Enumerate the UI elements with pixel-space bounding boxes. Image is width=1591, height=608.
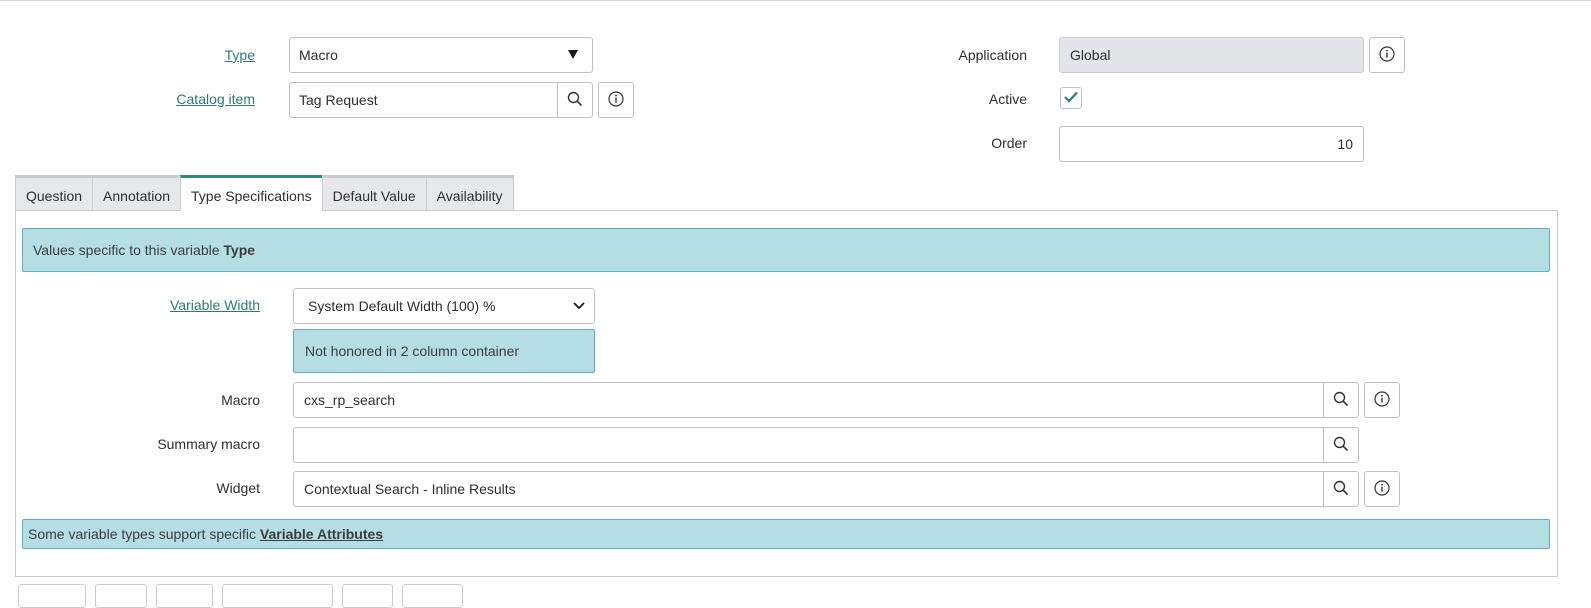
macro-input[interactable]: cxs_rp_search — [293, 382, 1325, 418]
variable-width-value: System Default Width (100) % — [308, 298, 496, 314]
tab-default-value[interactable]: Default Value — [321, 175, 426, 211]
tab-label: Availability — [436, 188, 503, 204]
footer-text: Some variable types support specific — [28, 526, 256, 542]
tab-label: Annotation — [103, 188, 170, 204]
type-info-banner: Values specific to this variable Type — [22, 228, 1550, 272]
info-icon — [1374, 390, 1390, 410]
bottom-action-button[interactable] — [402, 584, 463, 608]
type-select-value: Macro — [299, 47, 338, 63]
search-icon — [567, 91, 583, 110]
tab-annotation[interactable]: Annotation — [92, 175, 180, 211]
bottom-action-button[interactable] — [342, 584, 393, 608]
catalog-item-search-button[interactable] — [557, 82, 593, 118]
tab-question[interactable]: Question — [15, 175, 93, 211]
bottom-action-button[interactable] — [222, 584, 333, 608]
width-note-text: Not honored in 2 column container — [305, 343, 520, 359]
info-icon — [608, 90, 624, 110]
variable-attributes-link[interactable]: Variable Attributes — [260, 526, 383, 542]
application-value: Global — [1070, 47, 1111, 63]
tab-label: Question — [26, 188, 83, 204]
catalog-item-label[interactable]: Catalog item — [125, 89, 255, 109]
macro-search-button[interactable] — [1323, 382, 1359, 418]
type-select[interactable]: Macro — [289, 37, 593, 73]
variable-width-label[interactable]: Variable Width — [140, 295, 260, 315]
application-label: Application — [958, 47, 1028, 63]
type-label[interactable]: Type — [155, 45, 255, 65]
tab-type-specifications[interactable]: Type Specifications — [180, 175, 322, 211]
order-input[interactable]: 10 — [1059, 126, 1364, 162]
macro-label: Macro — [221, 392, 260, 408]
chevron-down-icon — [572, 289, 586, 323]
variable-width-link[interactable]: Variable Width — [170, 297, 260, 313]
widget-search-button[interactable] — [1323, 471, 1359, 507]
catalog-item-label-link[interactable]: Catalog item — [176, 91, 255, 107]
checkmark-icon — [1063, 90, 1079, 107]
application-info-button[interactable] — [1369, 37, 1405, 73]
caret-down-icon — [567, 38, 579, 72]
search-icon — [1333, 480, 1349, 499]
banner-bold-text: Type — [223, 242, 256, 258]
tab-label: Type Specifications — [191, 188, 312, 204]
catalog-item-input[interactable]: Tag Request — [289, 82, 559, 118]
width-note: Not honored in 2 column container — [293, 329, 595, 373]
summary-macro-label: Summary macro — [157, 436, 260, 452]
bottom-action-button[interactable] — [18, 584, 86, 608]
order-value: 10 — [1337, 136, 1353, 152]
application-field: Global — [1059, 37, 1364, 73]
tab-availability[interactable]: Availability — [425, 175, 514, 211]
summary-macro-search-button[interactable] — [1323, 427, 1359, 463]
widget-input[interactable]: Contextual Search - Inline Results — [293, 471, 1325, 507]
bottom-action-button[interactable] — [156, 584, 213, 608]
tab-bar: Question Annotation Type Specifications … — [15, 175, 514, 211]
macro-info-button[interactable] — [1364, 382, 1400, 418]
top-border — [0, 0, 1591, 1]
widget-value: Contextual Search - Inline Results — [304, 481, 516, 497]
variable-attributes-banner: Some variable types support specific Var… — [22, 519, 1550, 549]
info-icon — [1374, 479, 1390, 499]
active-label: Active — [988, 91, 1027, 107]
search-icon — [1333, 436, 1349, 455]
tab-label: Default Value — [332, 188, 416, 204]
banner-text: Values specific to this variable — [33, 242, 220, 258]
order-label: Order — [991, 135, 1027, 151]
widget-label: Widget — [216, 480, 260, 496]
catalog-item-info-button[interactable] — [598, 82, 634, 118]
bottom-action-button[interactable] — [95, 584, 147, 608]
summary-macro-input[interactable] — [293, 427, 1325, 463]
active-checkbox[interactable] — [1060, 87, 1082, 109]
search-icon — [1333, 391, 1349, 410]
variable-width-select[interactable]: System Default Width (100) % — [293, 288, 595, 324]
widget-info-button[interactable] — [1364, 471, 1400, 507]
catalog-item-value: Tag Request — [299, 92, 378, 108]
macro-value: cxs_rp_search — [304, 392, 396, 408]
type-label-link[interactable]: Type — [225, 47, 255, 63]
info-icon — [1379, 45, 1395, 65]
